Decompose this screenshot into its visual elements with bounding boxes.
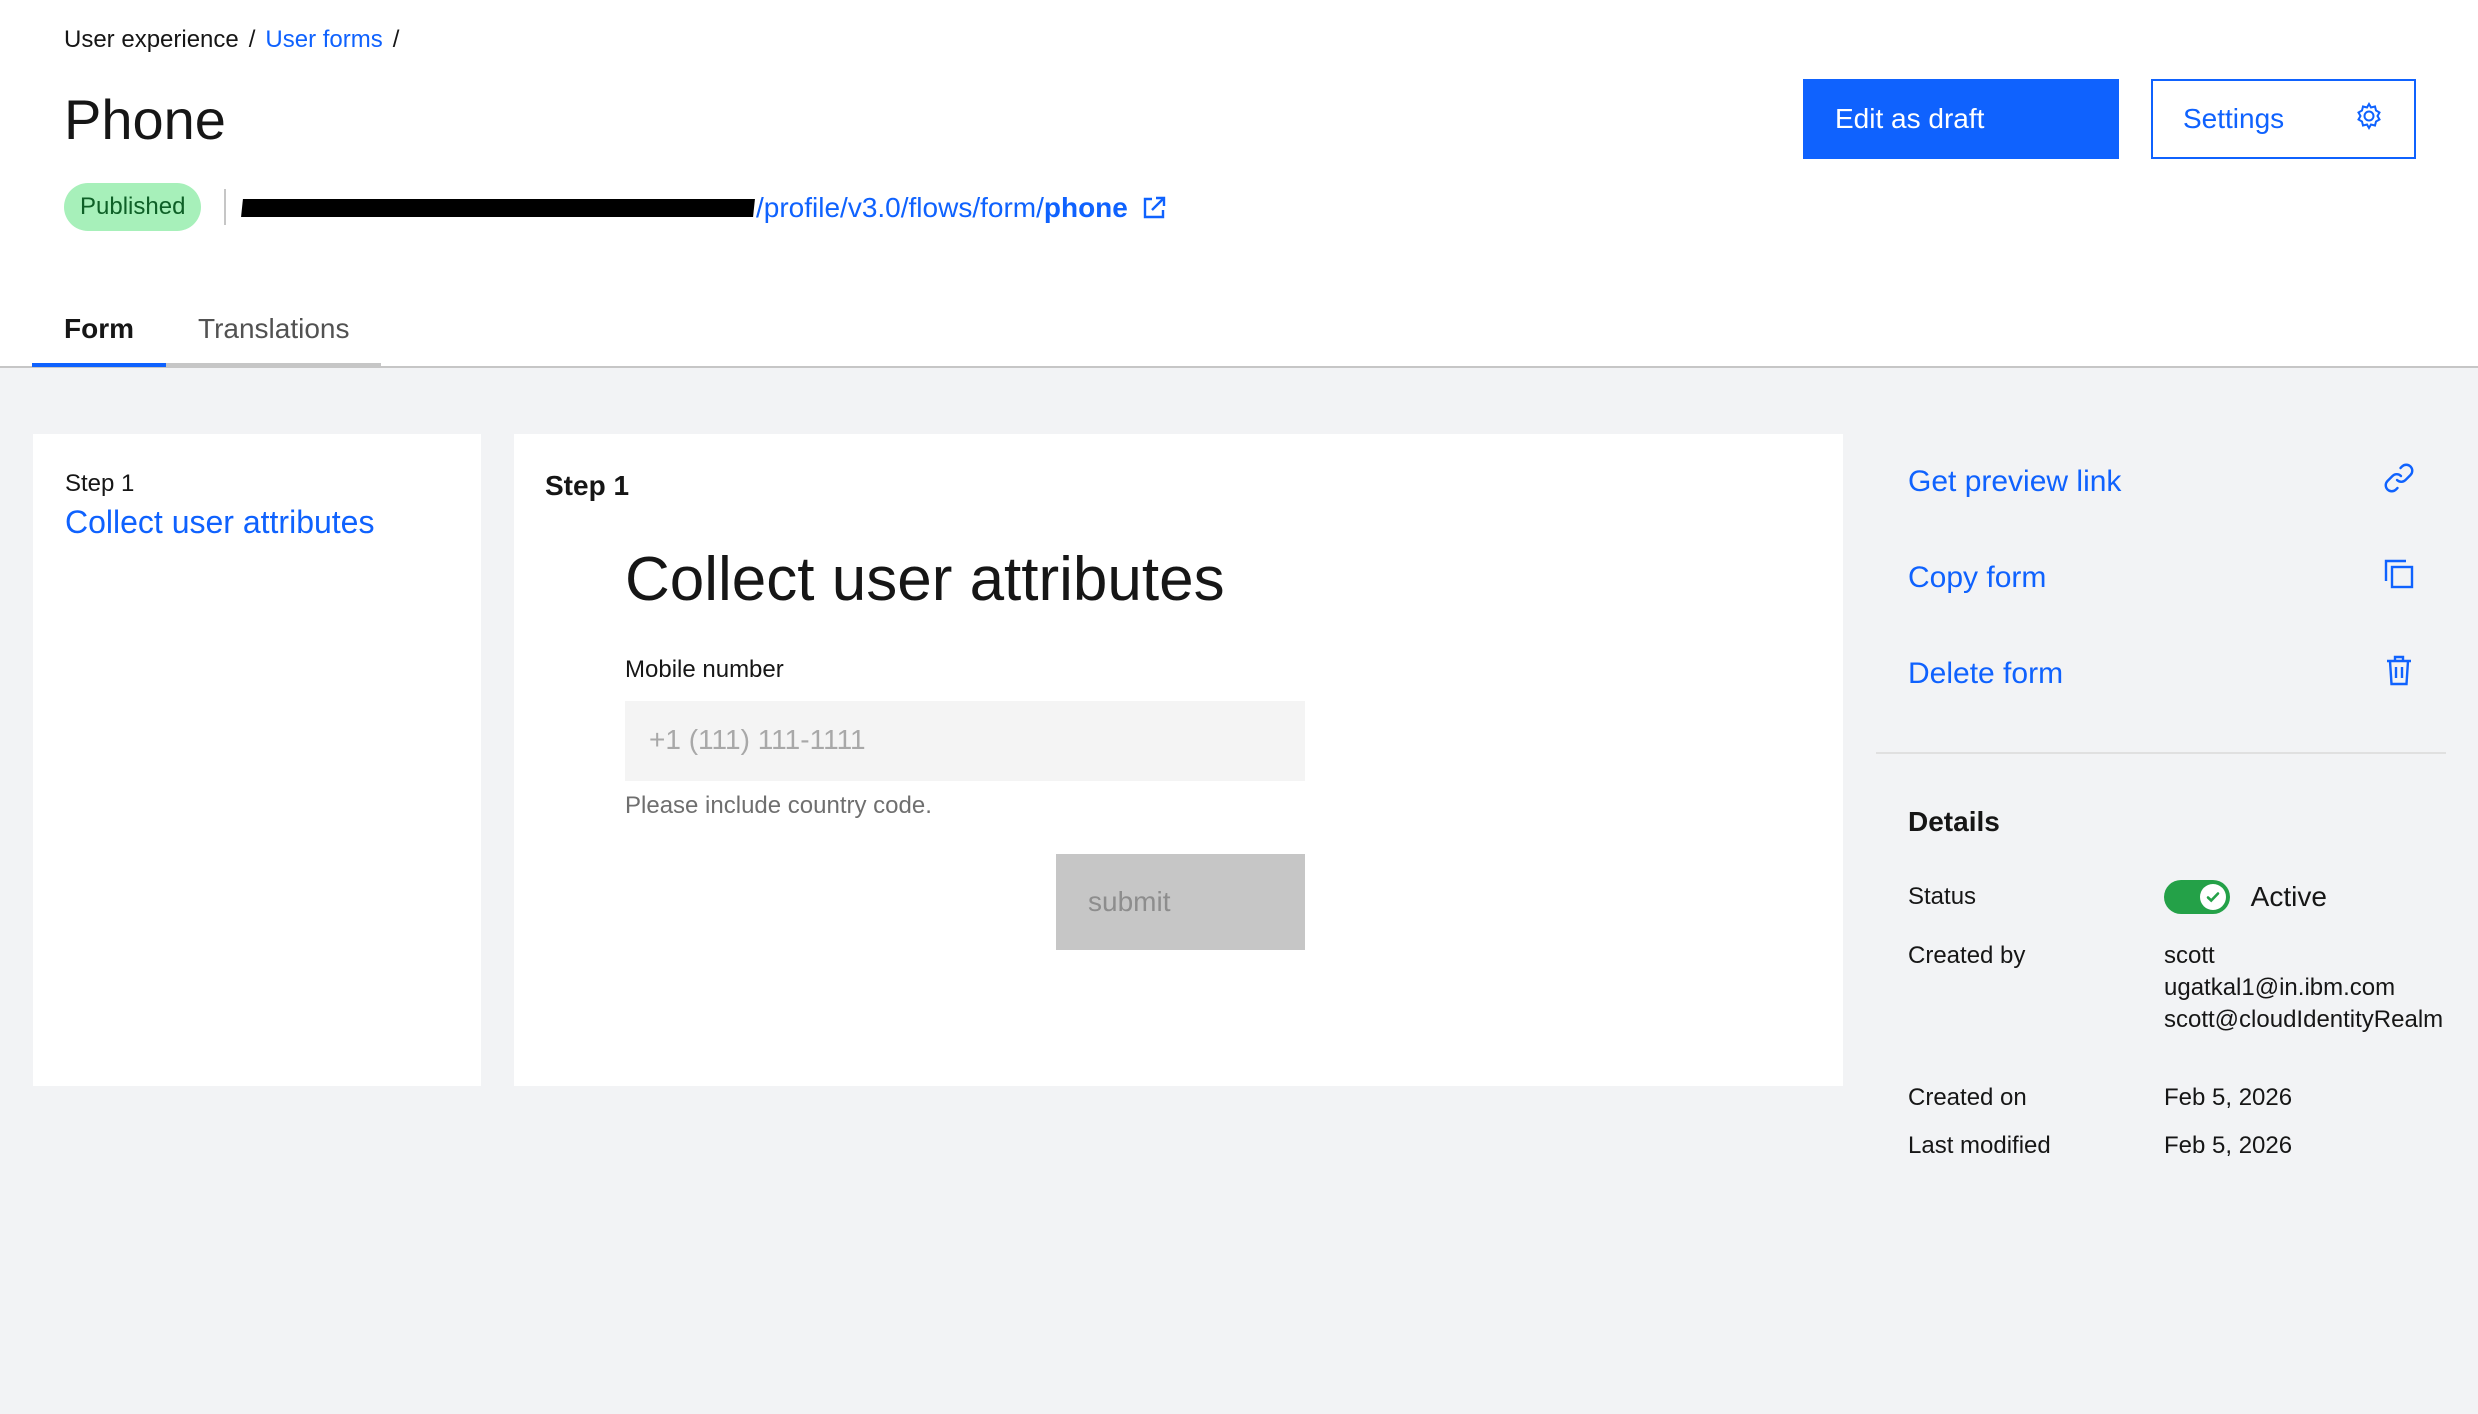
last-modified-key: Last modified [1908, 1132, 2051, 1159]
detail-created-on-row: Created on Feb 5, 2026 [1908, 1082, 2448, 1114]
breadcrumb-separator: / [392, 26, 400, 53]
breadcrumb-root: User experience [64, 26, 239, 53]
created-on-value: Feb 5, 2026 [2164, 1084, 2293, 1111]
url-redaction [241, 199, 755, 217]
status-key: Status [1908, 883, 1977, 910]
copy-form-action[interactable]: Copy form [1908, 548, 2416, 608]
get-preview-link-action[interactable]: Get preview link [1908, 452, 2416, 512]
form-url-link[interactable]: /profile/v3.0/flows/form/ phone [241, 190, 1168, 226]
get-preview-link-label: Get preview link [1908, 465, 2122, 498]
preview-step-label: Step 1 [545, 470, 630, 501]
settings-button[interactable]: Settings [2151, 79, 2416, 159]
created-by-line: scott@cloudIdentityRealm [2164, 1006, 2444, 1033]
last-modified-value: Feb 5, 2026 [2164, 1132, 2293, 1159]
status-value: Active [2250, 881, 2327, 912]
gear-icon [2354, 101, 2384, 138]
created-by-line: scott [2164, 942, 2215, 969]
trash-icon [2382, 653, 2416, 695]
page: User experience / User forms / Phone Pub… [0, 0, 2478, 1414]
submit-button[interactable]: submit [1056, 854, 1305, 950]
status-value-group: Active [2164, 880, 2448, 914]
status-badge: Published [64, 183, 202, 231]
breadcrumb: User experience / User forms / [64, 26, 399, 54]
detail-created-by-row: Created by scott ugatkal1@in.ibm.com sco… [1908, 940, 2448, 1036]
tab-form[interactable]: Form [32, 305, 166, 367]
step-link-collect-user-attributes[interactable]: Collect user attributes [65, 502, 374, 542]
copy-form-label: Copy form [1908, 561, 2047, 594]
detail-last-modified-row: Last modified Feb 5, 2026 [1908, 1130, 2448, 1162]
form-preview-panel: Step 1 Collect user attributes Mobile nu… [514, 434, 1843, 1086]
section-divider [1876, 752, 2446, 754]
delete-form-label: Delete form [1908, 657, 2064, 690]
page-header: User experience / User forms / Phone Pub… [0, 0, 2478, 368]
created-by-line: ugatkal1@in.ibm.com [2164, 974, 2396, 1001]
breadcrumb-user-forms-link[interactable]: User forms [265, 26, 382, 54]
tab-list: Form Translations [32, 305, 382, 367]
created-by-key: Created by [1908, 942, 2026, 969]
url-divider [224, 189, 226, 225]
settings-button-label: Settings [2183, 103, 2285, 134]
url-path: /profile/v3.0/flows/form/ [756, 192, 1044, 223]
created-on-key: Created on [1908, 1084, 2027, 1111]
checkmark-icon [2200, 884, 2226, 910]
delete-form-action[interactable]: Delete form [1908, 644, 2416, 704]
link-icon [2382, 461, 2416, 503]
status-toggle[interactable] [2164, 880, 2230, 914]
mobile-number-label: Mobile number [625, 656, 784, 683]
created-by-value: scott ugatkal1@in.ibm.com scott@cloudIde… [2164, 940, 2448, 1036]
details-heading: Details [1908, 806, 2000, 837]
edit-as-draft-button[interactable]: Edit as draft [1803, 79, 2119, 159]
step-number-label: Step 1 [65, 470, 135, 497]
breadcrumb-separator: / [248, 26, 256, 53]
tab-translations[interactable]: Translations [166, 305, 382, 367]
page-title: Phone [64, 88, 226, 151]
detail-status-row: Status Active [1908, 880, 2448, 914]
mobile-number-helper: Please include country code. [625, 792, 932, 819]
external-link-icon [1140, 194, 1168, 222]
steps-panel: Step 1 Collect user attributes [33, 434, 481, 1086]
copy-icon [2382, 557, 2416, 599]
side-panel: Get preview link Copy form Delete form D… [1876, 434, 2446, 1194]
mobile-number-input[interactable] [625, 701, 1305, 781]
form-title: Collect user attributes [625, 545, 1225, 614]
url-form-name: phone [1043, 192, 1128, 223]
